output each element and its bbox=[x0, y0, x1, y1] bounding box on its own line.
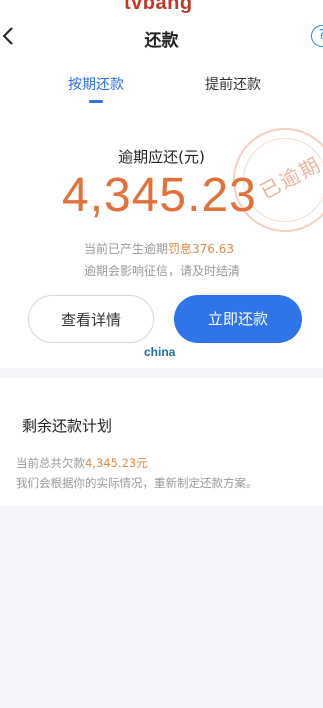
tab-scheduled-repayment[interactable]: 按期还款 bbox=[68, 74, 124, 94]
repay-now-button[interactable]: 立即还款 bbox=[174, 295, 302, 343]
active-tab-indicator bbox=[89, 100, 103, 103]
repayment-header-area: tvbang 还款 ? 按期还款 提前还款 已逾期 逾期应还(元) 4,345.… bbox=[0, 0, 323, 368]
total-debt-prefix: 当前总共欠款 bbox=[16, 456, 85, 470]
penalty-amount: 罚息376.63 bbox=[168, 242, 235, 256]
plan-description: 我们会根据你的实际情况，重新制定还款方案。 bbox=[16, 476, 258, 490]
watermark-china-text: china bbox=[144, 345, 176, 359]
credit-warning: 逾期会影响征信，请及时结清 bbox=[84, 264, 241, 278]
penalty-info: 当前已产生逾期罚息376.63 bbox=[84, 240, 234, 257]
page-title: 还款 bbox=[144, 31, 179, 51]
tab-early-repayment[interactable]: 提前还款 bbox=[205, 74, 261, 94]
penalty-info-prefix: 当前已产生逾期 bbox=[84, 242, 169, 256]
overdue-amount-value: 4,345.23 bbox=[62, 169, 257, 222]
total-debt-line: 当前总共欠款4,345.23元 bbox=[16, 455, 148, 471]
remaining-plan-card: 剩余还款计划 当前总共欠款4,345.23元 我们会根据你的实际情况，重新制定还… bbox=[0, 378, 323, 506]
overdue-amount-label: 逾期应还(元) bbox=[118, 148, 205, 166]
view-details-button[interactable]: 查看详情 bbox=[28, 295, 154, 343]
plan-title: 剩余还款计划 bbox=[22, 417, 113, 435]
total-debt-amount: 4,345.23元 bbox=[85, 456, 148, 470]
watermark-text: tvbang bbox=[124, 0, 193, 14]
